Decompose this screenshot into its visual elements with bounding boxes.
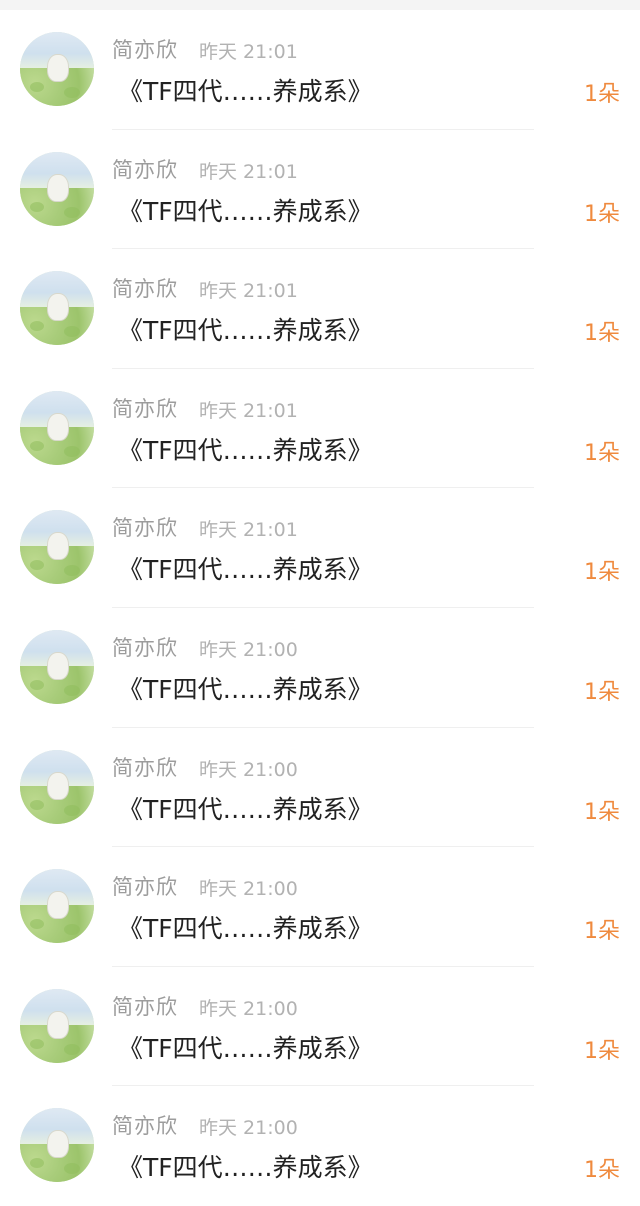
list-item[interactable]: 简亦欣 昨天 21:00 《TF四代……养成系》 1朵 [0, 1086, 640, 1206]
timestamp: 昨天 21:01 [199, 399, 298, 422]
list-item[interactable]: 简亦欣 昨天 21:00 《TF四代……养成系》 1朵 [0, 728, 640, 848]
list-item[interactable]: 简亦欣 昨天 21:01 《TF四代……养成系》 1朵 [0, 369, 640, 489]
work-title[interactable]: 《TF四代……养成系》 [118, 790, 373, 826]
avatar[interactable] [20, 869, 94, 944]
avatar[interactable] [20, 510, 94, 585]
work-title[interactable]: 《TF四代……养成系》 [118, 431, 373, 467]
work-title[interactable]: 《TF四代……养成系》 [118, 72, 373, 108]
sender-name[interactable]: 简亦欣 [112, 34, 178, 64]
flower-count: 1朵 [584, 440, 620, 466]
sender-name[interactable]: 简亦欣 [112, 1110, 178, 1140]
flower-count: 1朵 [584, 919, 620, 945]
list-item[interactable]: 简亦欣 昨天 21:01 《TF四代……养成系》 1朵 [0, 10, 640, 130]
timestamp: 昨天 21:01 [199, 280, 298, 303]
sender-name[interactable]: 简亦欣 [112, 512, 178, 542]
sender-name[interactable]: 简亦欣 [112, 632, 178, 662]
avatar[interactable] [20, 1108, 94, 1183]
flower-count: 1朵 [584, 201, 620, 227]
list-item[interactable]: 简亦欣 昨天 21:01 《TF四代……养成系》 1朵 [0, 130, 640, 250]
timestamp: 昨天 21:00 [199, 878, 298, 901]
timestamp: 昨天 21:01 [199, 41, 298, 63]
sender-name[interactable]: 简亦欣 [112, 991, 178, 1021]
avatar[interactable] [20, 271, 94, 346]
list-item[interactable]: 简亦欣 昨天 21:00 《TF四代……养成系》 1朵 [0, 608, 640, 728]
flower-count: 1朵 [584, 82, 620, 107]
avatar[interactable] [20, 749, 94, 824]
flower-count: 1朵 [584, 321, 620, 347]
sender-name[interactable]: 简亦欣 [112, 752, 178, 782]
flower-count: 1朵 [584, 799, 620, 825]
flower-count: 1朵 [584, 1158, 620, 1184]
list-item[interactable]: 简亦欣 昨天 21:00 《TF四代……养成系》 1朵 [0, 967, 640, 1087]
work-title[interactable]: 《TF四代……养成系》 [118, 550, 373, 586]
sender-name[interactable]: 简亦欣 [112, 393, 178, 423]
avatar[interactable] [20, 390, 94, 465]
list-item[interactable]: 简亦欣 昨天 21:01 《TF四代……养成系》 1朵 [0, 488, 640, 608]
timestamp: 昨天 21:00 [199, 638, 298, 661]
gift-record-list: 简亦欣 昨天 21:01 《TF四代……养成系》 1朵 简亦欣 昨天 21:01… [0, 10, 640, 1206]
sender-name[interactable]: 简亦欣 [112, 871, 178, 901]
avatar[interactable] [20, 32, 94, 106]
flower-count: 1朵 [584, 560, 620, 586]
avatar[interactable] [20, 151, 94, 226]
list-item[interactable]: 简亦欣 昨天 21:01 《TF四代……养成系》 1朵 [0, 249, 640, 369]
work-title[interactable]: 《TF四代……养成系》 [118, 1029, 373, 1065]
list-item[interactable]: 简亦欣 昨天 21:00 《TF四代……养成系》 1朵 [0, 847, 640, 967]
work-title[interactable]: 《TF四代……养成系》 [118, 192, 373, 228]
flower-count: 1朵 [584, 1038, 620, 1064]
timestamp: 昨天 21:01 [199, 160, 298, 183]
work-title[interactable]: 《TF四代……养成系》 [118, 670, 373, 706]
work-title[interactable]: 《TF四代……养成系》 [118, 909, 373, 945]
work-title[interactable]: 《TF四代……养成系》 [118, 311, 373, 347]
work-title[interactable]: 《TF四代……养成系》 [118, 1148, 373, 1184]
avatar[interactable] [20, 629, 94, 704]
sender-name[interactable]: 简亦欣 [112, 154, 178, 184]
flower-count: 1朵 [584, 679, 620, 705]
timestamp: 昨天 21:00 [199, 758, 298, 781]
sender-name[interactable]: 简亦欣 [112, 273, 178, 303]
timestamp: 昨天 21:00 [199, 997, 298, 1020]
timestamp: 昨天 21:00 [199, 1117, 298, 1140]
timestamp: 昨天 21:01 [199, 519, 298, 542]
top-strip [0, 0, 640, 10]
avatar[interactable] [20, 988, 94, 1063]
